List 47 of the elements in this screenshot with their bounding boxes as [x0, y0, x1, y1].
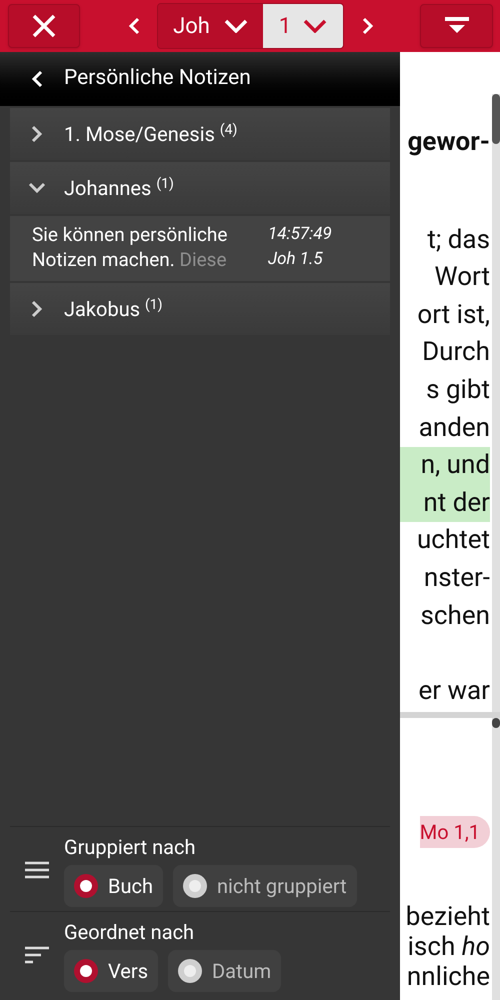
radio-option[interactable]: Vers — [64, 950, 158, 992]
bible-text-line: anden — [418, 412, 490, 445]
bible-text-line: t; das — [426, 224, 490, 257]
bible-text-line: Durch — [421, 336, 490, 370]
note-text: Sie können persönliche Notizen machen. Diese — [32, 222, 228, 273]
radio-option[interactable]: Datum — [168, 950, 282, 992]
bible-text-line: schen — [420, 600, 490, 633]
scrollbar[interactable] — [492, 718, 500, 1000]
close-button[interactable] — [8, 4, 80, 48]
chevron-down-icon — [303, 19, 328, 33]
book-group-row[interactable]: Jakobus $^{(1)}$ — [10, 283, 390, 335]
book-group-row[interactable]: 1. Mose/Genesis $^{(4)}$ — [10, 108, 390, 160]
setting-label: Geordnet nach — [64, 919, 196, 946]
bible-text-line: er war — [417, 675, 490, 708]
chevron-left-icon — [31, 70, 43, 88]
bible-text-line: gewor- — [406, 126, 490, 159]
setting-label: Gruppiert nach — [64, 834, 197, 861]
note-reference: Joh 1.5 — [268, 248, 324, 271]
book-dropdown[interactable]: Joh — [158, 4, 263, 48]
chevron-left-icon — [128, 17, 140, 35]
book-group-label: 1. Mose/Genesis $^{(4)}$ — [64, 121, 238, 148]
radio-option[interactable]: nicht gruppiert — [172, 865, 357, 907]
book-group-row[interactable]: Johannes $^{(1)}$ — [10, 162, 390, 214]
chevron-right-icon — [362, 17, 374, 35]
chapter-dropdown[interactable]: 1 — [263, 4, 343, 48]
scrollbar[interactable] — [492, 94, 500, 712]
bible-text-line: ort ist, — [416, 298, 490, 332]
reference-tag[interactable]: Mo 1,1 — [420, 816, 490, 848]
book-group-label: Jakobus $^{(1)}$ — [64, 296, 163, 323]
note-time: 14:57:49 — [268, 223, 332, 246]
bible-text-line: uchtet — [416, 524, 490, 558]
bible-text-line: Wort — [434, 261, 490, 294]
drawer-title: Persönliche Notizen — [64, 65, 251, 92]
bible-text-line: s gibt — [425, 374, 490, 407]
bible-text-line: bezieht — [404, 902, 490, 932]
sort-icon — [24, 946, 50, 964]
filter-menu-button[interactable] — [420, 4, 493, 48]
close-icon — [31, 13, 57, 39]
list-icon — [24, 861, 50, 879]
note-row[interactable]: Sie können persönliche Notizen machen. Diese 14:57:49 Joh 1.5 — [10, 216, 390, 281]
bible-text-line: nster- — [422, 562, 490, 595]
radio-option[interactable]: Buch — [64, 865, 163, 907]
book-group-label: Johannes $^{(1)}$ — [64, 175, 174, 202]
bible-text-line: isch ho — [406, 932, 490, 962]
bible-text-line: nnliche — [406, 962, 490, 992]
filter-icon — [442, 17, 470, 35]
chevron-down-icon — [224, 19, 248, 33]
